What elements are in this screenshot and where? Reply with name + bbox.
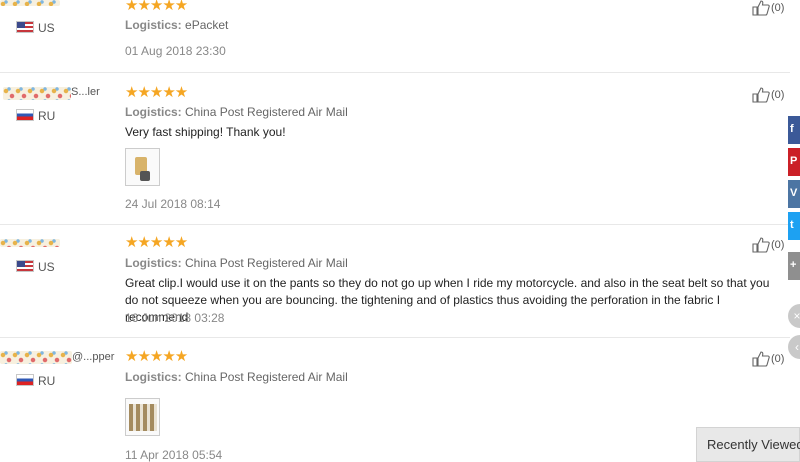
reviewer-name-masked (0, 0, 60, 6)
review-item: US ★★★★★ Logistics: China Post Registere… (0, 225, 790, 338)
ru-flag-icon (16, 374, 34, 386)
logistics-label: Logistics: (125, 18, 182, 32)
logistics-label: Logistics: (125, 105, 182, 119)
reviewer-name-masked (0, 239, 60, 247)
logistics-value: China Post Registered Air Mail (185, 105, 348, 119)
reviewer-country: RU (38, 374, 56, 388)
review-date: 01 Aug 2018 23:30 (125, 44, 226, 58)
reviewer-name-masked (3, 87, 71, 100)
us-flag-icon (16, 21, 34, 33)
helpful-button[interactable]: (0) (752, 87, 784, 103)
thumbs-up-icon (752, 0, 770, 16)
logistics-info: Logistics: China Post Registered Air Mai… (125, 105, 348, 119)
more-icon: + (790, 259, 797, 271)
reviewer-name: S...ler (71, 86, 100, 98)
star-rating: ★★★★★ (125, 0, 188, 14)
helpful-button[interactable]: (0) (752, 351, 784, 367)
review-date: 11 Apr 2018 05:54 (125, 448, 223, 462)
recently-viewed-button[interactable]: Recently Viewed (696, 427, 800, 462)
star-rating: ★★★★★ (125, 84, 188, 101)
us-flag-icon (16, 260, 34, 272)
twitter-share-button[interactable]: t (788, 212, 800, 240)
close-icon: × (793, 309, 800, 323)
ru-flag-icon (16, 109, 34, 121)
logistics-value: ePacket (185, 18, 229, 32)
logistics-value: China Post Registered Air Mail (185, 256, 348, 270)
thumbs-up-icon (752, 237, 770, 253)
pinterest-share-button[interactable]: P (788, 148, 800, 176)
thumbs-up-icon (752, 87, 770, 103)
product-image-part (129, 404, 157, 431)
facebook-icon: f (790, 123, 794, 135)
review-item: S...ler RU ★★★★★ Logistics: China Post R… (0, 73, 790, 225)
facebook-share-button[interactable]: f (788, 116, 800, 144)
review-photo[interactable] (125, 148, 160, 186)
helpful-button[interactable]: (0) (752, 237, 784, 253)
logistics-label: Logistics: (125, 370, 182, 384)
review-date: 16 Jun 2018 03:28 (125, 311, 225, 325)
logistics-info: Logistics: China Post Registered Air Mai… (125, 256, 348, 270)
helpful-count: (0) (771, 239, 785, 251)
review-photo[interactable] (125, 398, 160, 436)
reviewer-country: RU (38, 109, 56, 123)
twitter-icon: t (790, 219, 794, 231)
helpful-button[interactable]: (0) (752, 0, 784, 16)
reviewer-name-masked (0, 351, 72, 364)
logistics-value: China Post Registered Air Mail (185, 370, 348, 384)
logistics-info: Logistics: ePacket (125, 18, 228, 32)
vk-share-button[interactable]: V (788, 180, 800, 208)
helpful-count: (0) (771, 353, 785, 365)
reviewer-name: @...pper (72, 351, 115, 363)
product-image-part (140, 171, 150, 181)
star-rating: ★★★★★ (125, 348, 188, 365)
review-date: 24 Jul 2018 08:14 (125, 197, 221, 211)
thumbs-up-icon (752, 351, 770, 367)
review-text: Very fast shipping! Thank you! (125, 125, 286, 139)
logistics-label: Logistics: (125, 256, 182, 270)
reviewer-country: US (38, 260, 55, 274)
star-rating: ★★★★★ (125, 234, 188, 251)
reviewer-country: US (38, 21, 55, 35)
review-item: US ★★★★★ Logistics: ePacket 01 Aug 2018 … (0, 0, 790, 73)
helpful-count: (0) (771, 89, 785, 101)
pinterest-icon: P (790, 155, 798, 167)
review-item: @...pper RU ★★★★★ Logistics: China Post … (0, 338, 790, 462)
more-share-button[interactable]: + (788, 252, 800, 280)
logistics-info: Logistics: China Post Registered Air Mai… (125, 370, 348, 384)
helpful-count: (0) (771, 2, 785, 14)
vk-icon: V (790, 187, 798, 199)
chevron-icon: ‹ (795, 340, 799, 354)
